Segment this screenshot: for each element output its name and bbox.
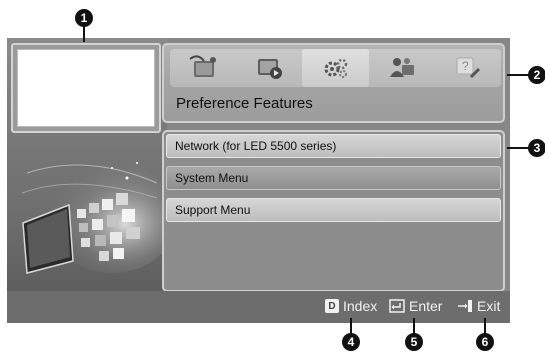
menu-item-label: System Menu bbox=[175, 171, 249, 185]
left-panel bbox=[7, 38, 167, 291]
callout-1: 1 bbox=[75, 9, 93, 27]
index-label: Index bbox=[343, 298, 378, 314]
exit-label: Exit bbox=[477, 298, 501, 314]
menu-item-network[interactable]: Network (for LED 5500 series) bbox=[166, 134, 501, 158]
callout-4: 4 bbox=[342, 333, 360, 351]
exit-hint[interactable]: Exit bbox=[457, 298, 500, 314]
tv-apps-artwork bbox=[21, 162, 165, 274]
index-hint[interactable]: D Index bbox=[325, 298, 377, 314]
callout-5: 5 bbox=[405, 333, 423, 351]
svg-text:?: ? bbox=[462, 59, 469, 73]
exit-icon bbox=[457, 299, 473, 313]
satellite-dish-icon[interactable] bbox=[170, 49, 236, 87]
callout-6: 6 bbox=[476, 333, 494, 351]
menu-item-support-menu[interactable]: Support Menu bbox=[166, 198, 501, 222]
menu-item-label: Network (for LED 5500 series) bbox=[175, 139, 337, 153]
preview-window bbox=[11, 43, 161, 133]
category-header: ? Preference Features bbox=[162, 43, 505, 123]
callout-3: 3 bbox=[528, 139, 545, 157]
callout-1-line bbox=[83, 26, 85, 42]
category-icon-strip: ? bbox=[170, 49, 501, 87]
page-title: Preference Features bbox=[176, 95, 313, 112]
menu-panel: Network (for LED 5500 series) System Men… bbox=[162, 130, 505, 292]
preview-display bbox=[17, 49, 155, 127]
support-people-icon[interactable] bbox=[369, 49, 435, 87]
tv-play-icon[interactable] bbox=[236, 49, 302, 87]
bottom-bar: D Index Enter Exit bbox=[7, 291, 510, 323]
menu-item-system-menu[interactable]: System Menu bbox=[166, 166, 501, 190]
menu-item-label: Support Menu bbox=[175, 203, 251, 217]
callout-2-line bbox=[507, 74, 529, 76]
enter-icon bbox=[389, 299, 405, 313]
callout-2: 2 bbox=[528, 66, 545, 84]
enter-hint[interactable]: Enter bbox=[389, 298, 442, 314]
manual-figure: 1 2 3 4 5 6 ? Preference Features Networ… bbox=[0, 0, 545, 353]
callout-3-line bbox=[507, 147, 529, 149]
tv-screen: ? Preference Features Network (for LED 5… bbox=[7, 38, 510, 323]
gears-icon[interactable] bbox=[302, 49, 369, 87]
help-icon[interactable]: ? bbox=[435, 49, 501, 87]
d-key-icon: D bbox=[325, 299, 339, 313]
enter-label: Enter bbox=[409, 298, 443, 314]
